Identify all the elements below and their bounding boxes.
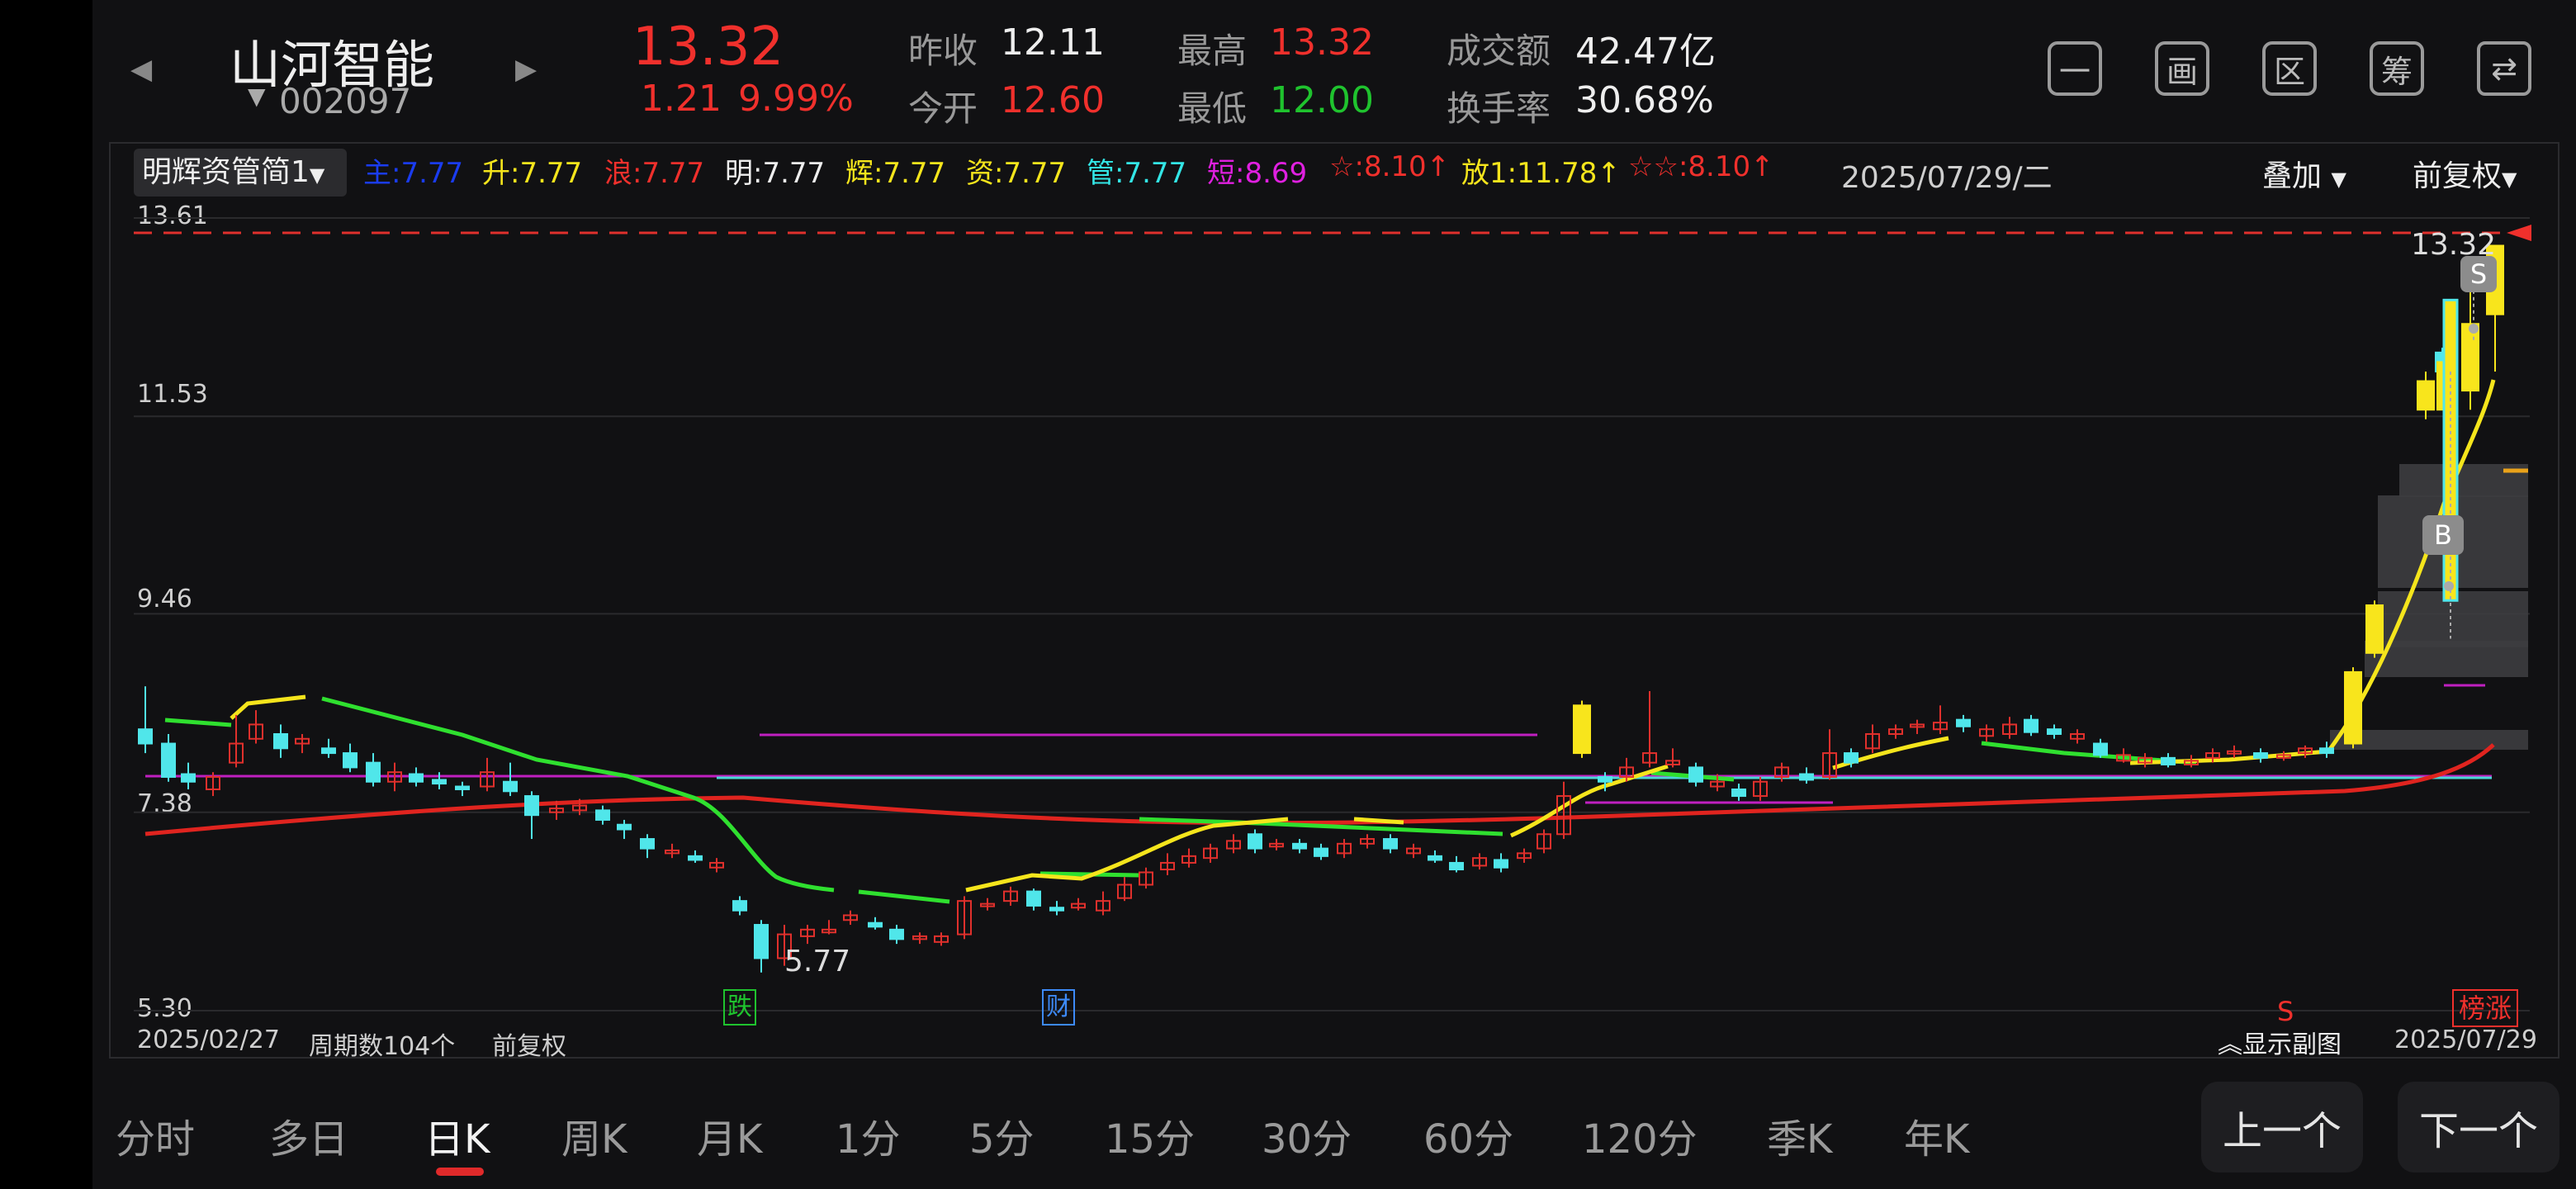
chevron-up-icon: ︽ <box>2218 1030 2242 1059</box>
active-tab-indicator <box>436 1168 484 1176</box>
end-date: 2025/07/29 <box>2394 1026 2537 1054</box>
candle-body <box>1731 788 1746 798</box>
event-marker-finance[interactable]: 财 <box>1042 989 1075 1026</box>
candle-body <box>1049 907 1064 912</box>
candle-body <box>2161 756 2176 765</box>
tab-period[interactable]: 30分 <box>1262 1106 1352 1164</box>
show-sub-chart-button[interactable]: ︽显示副图 <box>2218 1024 2342 1060</box>
tab-period[interactable]: 多日 <box>269 1106 348 1164</box>
candle-body <box>2417 380 2435 411</box>
show-sub-label: 显示副图 <box>2242 1030 2342 1059</box>
candle-body <box>1449 861 1464 871</box>
candle-body <box>1956 718 1971 727</box>
tab-period[interactable]: 分时 <box>116 1106 195 1164</box>
tab-period[interactable]: 月K <box>697 1106 762 1164</box>
tab-period[interactable]: 60分 <box>1423 1106 1513 1164</box>
candle-body <box>1383 838 1398 850</box>
candle-body <box>1314 847 1328 857</box>
candle-body <box>889 928 904 940</box>
start-date: 2025/02/27 <box>137 1026 280 1054</box>
candle-body <box>640 838 655 850</box>
tab-period[interactable]: 15分 <box>1105 1106 1195 1164</box>
candle-body <box>321 747 336 755</box>
period-count: 周期数104个 <box>309 1032 456 1061</box>
candle-body <box>1573 704 1591 755</box>
candle-body <box>1026 890 1041 907</box>
tab-period[interactable]: 120分 <box>1582 1106 1698 1164</box>
candle-body <box>1598 775 1612 783</box>
candle-body <box>455 785 470 790</box>
candle-body <box>2253 752 2268 759</box>
candle-body <box>2319 747 2334 755</box>
signal-dot <box>2469 324 2479 334</box>
candle-body <box>2047 728 2062 735</box>
candle-body <box>754 924 769 959</box>
tab-period[interactable]: 季K <box>1767 1106 1832 1164</box>
candle-body <box>524 795 539 817</box>
prev-stock-button[interactable]: 上一个 <box>2201 1082 2363 1172</box>
candle-body <box>2024 718 2039 733</box>
candle-body <box>1688 766 1703 783</box>
ma-yellow <box>230 379 2496 893</box>
rank-rise-badge[interactable]: 榜涨 <box>2452 989 2518 1027</box>
candle-body <box>595 809 610 821</box>
tab-period[interactable]: 5分 <box>969 1106 1035 1164</box>
tab-period[interactable]: 周K <box>561 1106 627 1164</box>
candle-body <box>1494 859 1508 869</box>
low-price-marker: 5.77 <box>784 945 851 978</box>
candle-body <box>432 779 447 785</box>
candle-body <box>409 773 424 783</box>
candle-body <box>1248 833 1262 850</box>
tab-period[interactable]: 1分 <box>836 1106 901 1164</box>
candle-body <box>161 742 176 778</box>
candle-body <box>1292 842 1307 850</box>
candle-body <box>273 732 288 750</box>
candle-body <box>138 728 153 745</box>
bottom-sell-mark: S <box>2277 996 2294 1027</box>
candle-body <box>1844 752 1859 764</box>
candle-body <box>688 855 703 861</box>
candle-body <box>503 780 518 793</box>
candle-body <box>617 823 632 831</box>
candle-body <box>2344 670 2362 745</box>
candle-body <box>2461 323 2479 392</box>
candle-body <box>343 752 358 769</box>
tab-period[interactable]: 年K <box>1904 1106 1969 1164</box>
candle-body <box>2365 604 2384 654</box>
next-stock-button[interactable]: 下一个 <box>2398 1082 2559 1172</box>
adjust-mode: 前复权 <box>492 1032 566 1061</box>
rank-label: 榜 <box>2458 992 2485 1024</box>
candle-body <box>366 761 381 783</box>
candle-body <box>181 773 196 783</box>
candle-body <box>2442 298 2459 602</box>
tab-period[interactable]: 日K <box>424 1106 490 1164</box>
sell-signal-badge[interactable]: S <box>2460 256 2497 292</box>
buy-signal-badge[interactable]: B <box>2422 515 2464 555</box>
candle-body <box>732 900 747 912</box>
signal-dot <box>2444 580 2454 591</box>
rise-label: 涨 <box>2485 992 2512 1024</box>
candle-body <box>2093 742 2108 756</box>
kline-chart[interactable] <box>0 0 2576 1073</box>
candle-body <box>868 921 883 928</box>
candle-body <box>1799 773 1814 781</box>
current-price-pointer <box>2507 225 2531 241</box>
candle-body <box>1428 855 1442 861</box>
event-marker-drop[interactable]: 跌 <box>723 989 756 1026</box>
